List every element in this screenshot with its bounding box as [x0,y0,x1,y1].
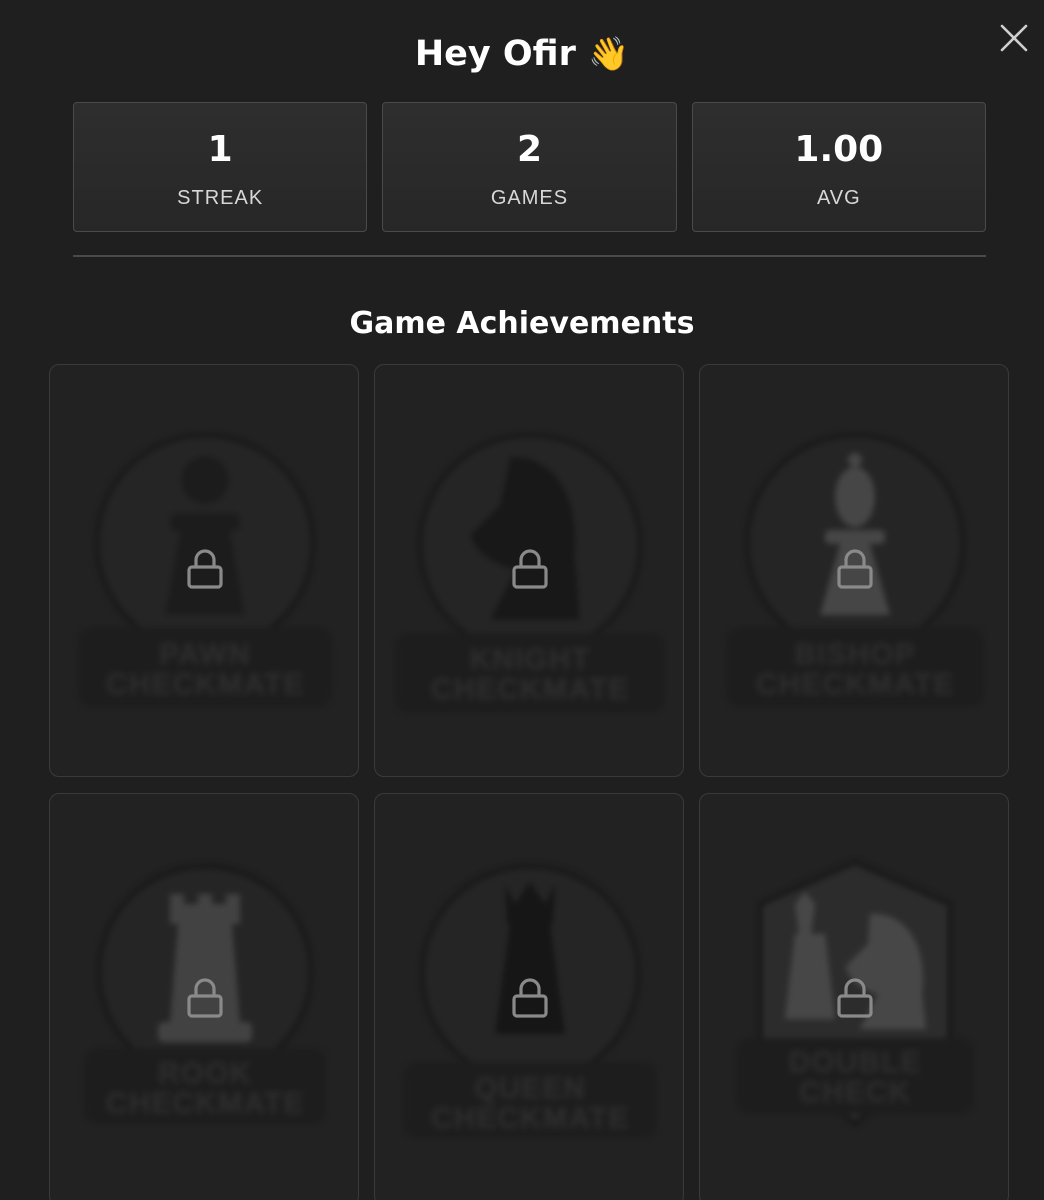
badge-label-line1: QUEEN [474,1072,586,1105]
waving-hand-icon: 👋 [588,34,630,73]
lock-icon [185,976,225,1020]
achievement-card-knight[interactable]: KNIGHT CHECKMATE [374,364,684,777]
stat-label: STREAK [177,187,264,209]
badge-label-line1: BISHOP [794,638,916,671]
achievement-card-rook[interactable]: ROOK CHECKMATE [49,793,359,1200]
badge-label-line2: CHECKMATE [105,668,305,701]
lock-icon [510,547,550,591]
badge-label-line2: CHECKMATE [105,1087,305,1120]
stat-value: 1.00 [794,129,884,170]
stat-card-streak: 1 STREAK [73,102,368,232]
greeting-title: Hey Ofir 👋 [0,30,1044,78]
achievement-card-queen[interactable]: QUEEN CHECKMATE [374,793,684,1200]
lock-icon [510,976,550,1020]
badge-label-line1: DOUBLE [788,1046,922,1079]
achievement-card-double-check[interactable]: DOUBLE CHECK [699,793,1009,1200]
stat-card-avg: 1.00 AVG [691,102,986,232]
lock-icon [835,547,875,591]
badge-label-line2: CHECKMATE [430,1102,630,1135]
divider [73,255,986,257]
achievement-card-bishop[interactable]: BISHOP CHECKMATE [699,364,1009,777]
badge-label-line1: PAWN [159,638,251,671]
stat-value: 1 [207,129,233,170]
badge-label-line2: CHECKMATE [755,668,955,701]
achievement-card-pawn[interactable]: PAWN CHECKMATE [49,364,359,777]
stat-card-games: 2 GAMES [382,102,677,232]
badge-label-line2: CHECKMATE [430,673,630,706]
achievements-grid: PAWN CHECKMATE KNIGHT CHECKMATE BISHOP C… [49,364,1009,1200]
achievements-modal: Hey Ofir 👋 1 STREAK 2 GAMES 1.00 AVG Gam… [0,0,1044,1200]
stats-row: 1 STREAK 2 GAMES 1.00 AVG [73,102,986,234]
lock-icon [835,976,875,1020]
badge-label-line1: ROOK [158,1057,252,1090]
stat-value: 2 [516,129,543,170]
stat-label: AVG [816,187,861,209]
stat-label: GAMES [490,187,569,209]
greeting-text: Hey Ofir [414,34,576,74]
lock-icon [185,547,225,591]
section-title: Game Achievements [349,306,695,341]
badge-label-line2: CHECK [799,1076,911,1109]
badge-label-line1: KNIGHT [469,643,591,676]
